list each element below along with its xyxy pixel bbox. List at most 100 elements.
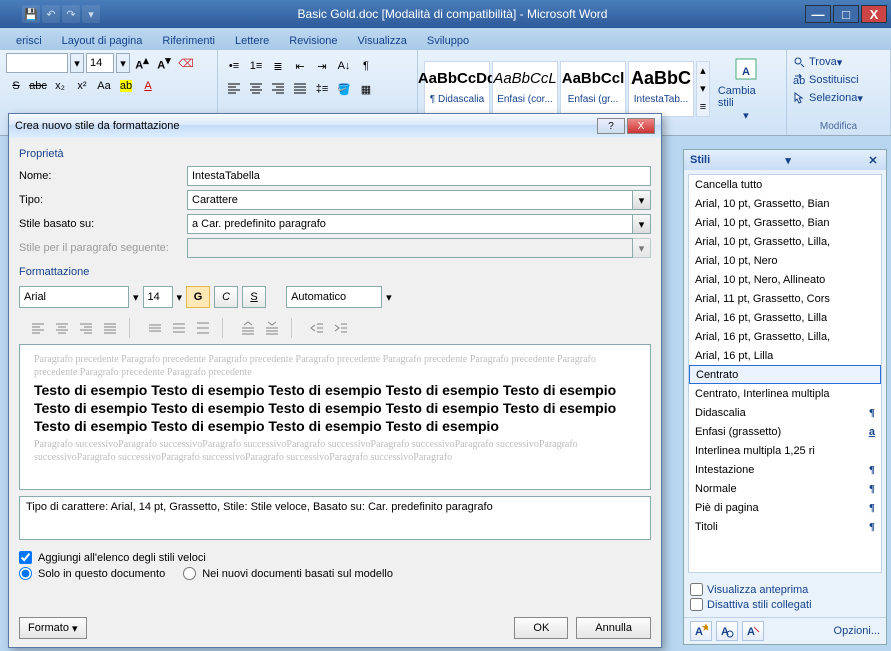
align-center-icon[interactable] xyxy=(246,79,266,99)
shrink-font-icon[interactable]: A▾ xyxy=(154,53,174,73)
style-list-item[interactable]: Centrato, Interlinea multipla xyxy=(689,384,881,403)
undo-icon[interactable]: ↶ xyxy=(42,5,60,23)
format-font-select[interactable] xyxy=(19,286,129,308)
indent-icon[interactable]: ⇥ xyxy=(312,56,332,76)
ribbon-tab[interactable]: Revisione xyxy=(279,32,347,50)
align-right-icon[interactable] xyxy=(268,79,288,99)
chevron-down-icon[interactable]: ▾ xyxy=(70,53,84,73)
numbering-icon[interactable]: 1≡ xyxy=(246,56,266,76)
strike-icon[interactable]: S xyxy=(6,76,26,96)
align-left-icon[interactable] xyxy=(224,79,244,99)
manage-styles-button[interactable]: A xyxy=(742,621,764,641)
type-select[interactable] xyxy=(187,190,633,210)
replace-button[interactable]: abSostituisci xyxy=(793,71,884,89)
style-list-item[interactable]: Arial, 10 pt, Nero xyxy=(689,251,881,270)
font-size-combo[interactable] xyxy=(86,53,114,73)
ribbon-tab[interactable]: Layout di pagina xyxy=(52,32,153,50)
highlight-icon[interactable]: ab xyxy=(116,76,136,96)
style-list-item[interactable]: Arial, 10 pt, Grassetto, Lilla, xyxy=(689,232,881,251)
ok-button[interactable]: OK xyxy=(514,617,568,639)
new-style-button[interactable]: A★ xyxy=(690,621,712,641)
style-list-item[interactable]: Piè di pagina¶ xyxy=(689,498,881,517)
style-list-item[interactable]: Didascalia¶ xyxy=(689,403,881,422)
style-list-item[interactable]: Intestazione¶ xyxy=(689,460,881,479)
style-card[interactable]: AaBbCcDd¶ Didascalia xyxy=(424,61,490,117)
save-icon[interactable]: 💾 xyxy=(22,5,40,23)
styles-pane-title[interactable]: Stili ▾ ✕ xyxy=(684,150,886,170)
superscript-icon[interactable]: x² xyxy=(72,76,92,96)
style-card[interactable]: AaBbCIntestaTab... xyxy=(628,61,694,117)
change-styles-button[interactable]: A Cambia stili ▾ xyxy=(712,53,780,124)
name-input[interactable] xyxy=(187,166,651,186)
chevron-down-icon[interactable]: ▾ xyxy=(177,291,183,304)
minimize-button[interactable]: — xyxy=(805,5,831,23)
clear-format-icon[interactable]: ⌫ xyxy=(176,53,196,73)
style-list-item[interactable]: Arial, 16 pt, Grassetto, Lilla, xyxy=(689,327,881,346)
find-button[interactable]: Trova ▾ xyxy=(793,53,884,71)
borders-icon[interactable]: ▦ xyxy=(356,79,376,99)
style-inspector-button[interactable]: A xyxy=(716,621,738,641)
qat-customize-icon[interactable]: ▾ xyxy=(82,5,100,23)
disable-linked-checkbox[interactable] xyxy=(690,598,703,611)
strike2-icon[interactable]: abc xyxy=(28,76,48,96)
bold-button[interactable]: G xyxy=(186,286,210,308)
redo-icon[interactable]: ↷ xyxy=(62,5,80,23)
subscript-icon[interactable]: x₂ xyxy=(50,76,70,96)
style-list-item[interactable]: Enfasi (grassetto)a xyxy=(689,422,881,441)
style-list-item[interactable]: Arial, 16 pt, Lilla xyxy=(689,346,881,365)
ribbon-tab[interactable]: Lettere xyxy=(225,32,279,50)
style-list-item[interactable]: Arial, 10 pt, Grassetto, Bian xyxy=(689,213,881,232)
style-list-item[interactable]: Cancella tutto xyxy=(689,175,881,194)
close-button[interactable]: X xyxy=(861,5,887,23)
format-size-select[interactable] xyxy=(143,286,173,308)
help-button[interactable]: ? xyxy=(597,118,625,134)
line-spacing-icon[interactable]: ‡≡ xyxy=(312,79,332,99)
font-name-combo[interactable] xyxy=(6,53,68,73)
underline-button[interactable]: S xyxy=(242,286,266,308)
close-icon[interactable]: ✕ xyxy=(866,154,880,167)
chevron-down-icon[interactable]: ▾ xyxy=(386,291,392,304)
sort-icon[interactable]: A↓ xyxy=(334,56,354,76)
outdent-icon[interactable]: ⇤ xyxy=(290,56,310,76)
chevron-down-icon[interactable]: ▾ xyxy=(116,53,130,73)
style-list-item[interactable]: Arial, 11 pt, Grassetto, Cors xyxy=(689,289,881,308)
bullets-icon[interactable]: •≡ xyxy=(224,56,244,76)
style-list-item[interactable]: Normale¶ xyxy=(689,479,881,498)
font-color-icon[interactable]: A xyxy=(138,76,158,96)
style-list-item[interactable]: Interlinea multipla 1,25 ri xyxy=(689,441,881,460)
style-card[interactable]: AaBbCcLEnfasi (cor... xyxy=(492,61,558,117)
ribbon-tab[interactable]: Sviluppo xyxy=(417,32,479,50)
change-case-icon[interactable]: Aa xyxy=(94,76,114,96)
gallery-more-icon[interactable]: ▴▾≡ xyxy=(696,61,710,117)
pilcrow-icon[interactable]: ¶ xyxy=(356,56,376,76)
chevron-down-icon[interactable]: ▾ xyxy=(633,214,651,234)
dialog-titlebar[interactable]: Crea nuovo stile da formattazione ? X xyxy=(9,114,661,138)
add-quick-checkbox[interactable] xyxy=(19,551,32,564)
show-preview-checkbox[interactable] xyxy=(690,583,703,596)
italic-button[interactable]: C xyxy=(214,286,238,308)
justify-icon[interactable] xyxy=(290,79,310,99)
font-color-select[interactable] xyxy=(286,286,382,308)
options-link[interactable]: Opzioni... xyxy=(834,625,880,637)
based-on-select[interactable] xyxy=(187,214,633,234)
style-list-item[interactable]: Arial, 10 pt, Nero, Allineato xyxy=(689,270,881,289)
shading-icon[interactable]: 🪣 xyxy=(334,79,354,99)
format-menu-button[interactable]: Formato ▾ xyxy=(19,617,87,639)
maximize-button[interactable]: □ xyxy=(833,5,859,23)
styles-list[interactable]: Cancella tuttoArial, 10 pt, Grassetto, B… xyxy=(688,174,882,573)
style-list-item[interactable]: Arial, 16 pt, Grassetto, Lilla xyxy=(689,308,881,327)
ribbon-tab[interactable]: Visualizza xyxy=(348,32,417,50)
style-list-item[interactable]: Arial, 10 pt, Grassetto, Bian xyxy=(689,194,881,213)
style-list-item[interactable]: Centrato xyxy=(689,365,881,384)
only-doc-radio[interactable] xyxy=(19,567,32,580)
chevron-down-icon[interactable]: ▾ xyxy=(781,154,795,167)
grow-font-icon[interactable]: A▴ xyxy=(132,53,152,73)
chevron-down-icon[interactable]: ▾ xyxy=(133,291,139,304)
dialog-close-button[interactable]: X xyxy=(627,118,655,134)
chevron-down-icon[interactable]: ▾ xyxy=(633,190,651,210)
ribbon-tab[interactable]: erisci xyxy=(6,32,52,50)
new-docs-radio[interactable] xyxy=(183,567,196,580)
select-button[interactable]: Seleziona ▾ xyxy=(793,89,884,107)
cancel-button[interactable]: Annulla xyxy=(576,617,651,639)
style-list-item[interactable]: Titoli¶ xyxy=(689,517,881,536)
